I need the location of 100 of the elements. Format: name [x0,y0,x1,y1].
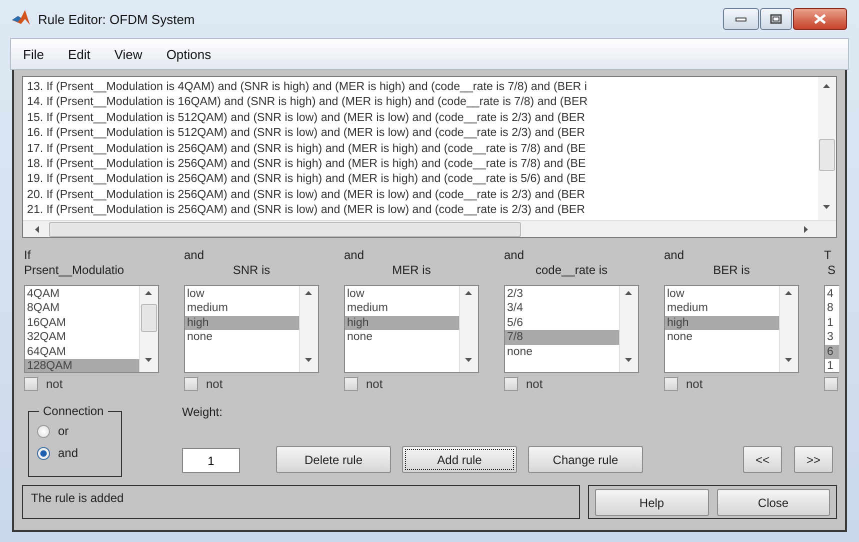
list-item[interactable]: 128QAM [25,359,139,372]
list-item[interactable]: medium [345,301,459,316]
list-box[interactable]: 4 8 1 3 6 1 [824,285,839,373]
list-item[interactable]: high [185,316,299,330]
list-item[interactable]: 64QAM [25,344,139,360]
scroll-up-icon[interactable] [305,291,312,295]
rule-line[interactable]: 13. If (Prsent__Modulation is 4QAM) and (SNR is high) and (MER is high) and (code__rate is 7/8) and (BER i [27,79,818,94]
rule-list[interactable] [22,76,837,238]
list-box[interactable]: low medium high none [344,285,479,373]
scroll-left-icon[interactable] [35,226,39,233]
list-item[interactable]: none [345,330,459,345]
list-item[interactable]: 1 [825,316,839,330]
close-icon [814,14,826,24]
radio-label: or [58,424,69,438]
radio-button[interactable] [37,424,50,438]
rule-line[interactable]: 14. If (Prsent__Modulation is 16QAM) and (SNR is high) and (MER is high) and (code__rate is 7/8) and (BER [27,94,818,110]
list-item[interactable]: 1 [825,359,839,372]
list-item[interactable]: 3/4 [505,301,619,316]
scroll-right-icon[interactable] [804,226,808,233]
menu-item[interactable]: File [11,46,56,62]
scrollbar[interactable] [299,286,318,372]
list-item[interactable]: 16QAM [25,316,139,330]
connective-label: and [184,248,206,263]
list-item[interactable]: 32QAM [25,330,139,345]
previous-button[interactable]: << [743,446,782,473]
menu-item[interactable]: Edit [56,46,102,62]
scrollbar-thumb[interactable] [49,222,521,237]
list-item[interactable]: low [185,287,299,302]
weight-field[interactable]: 1 [182,448,240,473]
scroll-down-icon[interactable] [785,358,792,362]
list-item[interactable]: 4QAM [25,287,139,302]
list-item[interactable]: 3 [825,330,839,345]
list-item[interactable]: 8QAM [25,301,139,316]
list-item[interactable]: 4 [825,287,839,302]
scrollbar[interactable] [459,286,478,372]
help-button[interactable]: Help [595,489,708,516]
list-item[interactable]: low [345,287,459,302]
list-item[interactable]: medium [185,301,299,316]
not-checkbox[interactable] [664,377,678,391]
list-item[interactable]: high [345,316,459,330]
list-item[interactable]: none [665,330,779,345]
scroll-up-icon[interactable] [465,291,472,295]
scrollbar-thumb[interactable] [819,139,835,171]
list-box[interactable]: low medium high none [184,285,319,373]
scrollbar-thumb[interactable] [141,304,157,332]
rule-line[interactable]: 15. If (Prsent__Modulation is 512QAM) and (SNR is low) and (MER is low) and (code__rate is 2/3) and (BER [27,110,818,126]
list-item[interactable]: medium [665,301,779,316]
delete-rule-button[interactable]: Delete rule [276,446,391,473]
list-item[interactable]: low [665,287,779,302]
maximize-icon [770,14,782,24]
rule-line[interactable]: 17. If (Prsent__Modulation is 256QAM) and (SNR is high) and (MER is high) and (code__rate is 7/8) and (BE [27,140,818,156]
scroll-up-icon[interactable] [785,291,792,295]
menu-item[interactable]: Options [154,46,224,62]
list-item[interactable]: 6 [825,344,839,360]
not-checkbox[interactable] [24,377,38,391]
horizontal-scrollbar[interactable] [23,220,836,237]
scrollbar[interactable] [139,286,158,372]
close-button[interactable] [793,8,847,30]
scroll-up-icon[interactable] [625,291,632,295]
not-checkbox[interactable] [824,377,838,391]
scrollbar[interactable] [779,286,798,372]
connective-label: and [344,248,366,263]
list-item[interactable]: 2/3 [505,287,619,302]
scroll-down-icon[interactable] [145,358,152,362]
next-button[interactable]: >> [794,446,833,473]
scroll-down-icon[interactable] [823,205,830,209]
list-item[interactable]: 7/8 [505,330,619,345]
rule-line[interactable]: 18. If (Prsent__Modulation is 256QAM) and (SNR is high) and (MER is high) and (code__rate is 7/8) and (BE [27,156,818,172]
list-item[interactable]: high [665,316,779,330]
scrollbar[interactable] [619,286,638,372]
change-rule-button[interactable]: Change rule [528,446,643,473]
variable-label: Prsent__Modulatio [24,263,126,278]
not-checkbox[interactable] [504,377,518,391]
list-box[interactable]: 2/3 3/4 5/6 7/8 none [504,285,639,373]
connective-label: and [664,248,686,263]
radio-button[interactable] [37,446,50,460]
not-checkbox[interactable] [184,377,198,391]
list-item[interactable]: none [185,330,299,345]
menu-item[interactable]: View [102,46,154,62]
rule-line[interactable]: 19. If (Prsent__Modulation is 256QAM) and (SNR is high) and (MER is high) and (code__rate is 5/6) and (BE [27,171,818,187]
scroll-up-icon[interactable] [823,84,830,88]
scroll-down-icon[interactable] [625,358,632,362]
minimize-button[interactable] [723,8,759,30]
scroll-up-icon[interactable] [145,291,152,295]
rule-line[interactable]: 21. If (Prsent__Modulation is 256QAM) and (SNR is low) and (MER is low) and (code__rate is 2/3) and (BER [27,202,818,218]
maximize-button[interactable] [760,8,792,30]
rule-line[interactable]: 16. If (Prsent__Modulation is 512QAM) and (SNR is low) and (MER is low) and (code__rate is 2/3) and (BER [27,125,818,141]
add-rule-button[interactable]: Add rule [402,446,517,473]
rule-line[interactable]: 20. If (Prsent__Modulation is 256QAM) and (SNR is low) and (MER is low) and (code__rate is 2/3) and (BER [27,186,818,202]
vertical-scrollbar[interactable] [818,77,836,220]
list-item[interactable]: 5/6 [505,316,619,330]
scroll-down-icon[interactable] [305,358,312,362]
list-box[interactable]: 4QAM 8QAM 16QAM 32QAM 64QAM 128QAM [24,285,159,373]
list-item[interactable]: 8 [825,301,839,316]
connective-label: If [24,248,32,263]
not-checkbox[interactable] [344,377,358,391]
list-item[interactable]: none [505,344,619,360]
list-box[interactable]: low medium high none [664,285,799,373]
scroll-down-icon[interactable] [465,358,472,362]
close-dialog-button[interactable]: Close [716,489,830,516]
